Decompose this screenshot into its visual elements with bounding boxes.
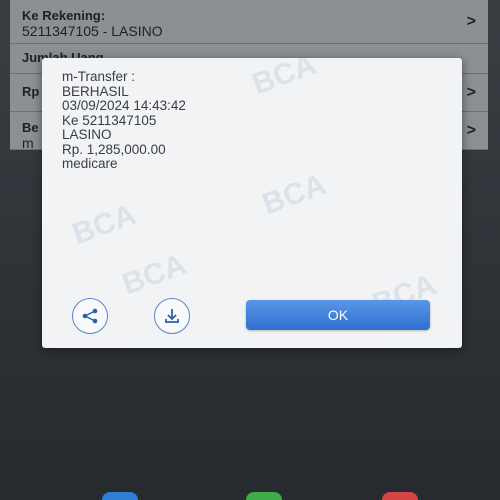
bca-watermark: BCA [258, 167, 331, 222]
bottom-nav-item[interactable] [102, 492, 138, 500]
transfer-title: m-Transfer : [62, 69, 136, 84]
list-item-destination-account[interactable]: Ke Rekening: 5211347105 - LASINO > [10, 0, 488, 44]
bottom-nav-item[interactable] [382, 492, 418, 500]
transfer-amount: Rp. 1,285,000.00 [62, 141, 166, 157]
bca-watermark: BCA [118, 247, 191, 302]
transfer-datetime: 03/09/2024 14:43:42 [62, 98, 186, 113]
bca-watermark: BCA [248, 58, 321, 102]
bca-watermark: BCA [68, 197, 141, 252]
chevron-right-icon: > [466, 83, 476, 101]
transfer-status: BERHASIL [62, 83, 129, 99]
screen: Ke Rekening: 5211347105 - LASINO > Jumla… [0, 0, 500, 500]
destination-account-label: Ke Rekening: [22, 8, 106, 23]
download-button[interactable] [154, 298, 190, 334]
download-icon [165, 309, 179, 323]
chevron-right-icon: > [466, 12, 476, 30]
transfer-result-dialog: BCA BCA BCA BCA BCA m-Transfer : BERHASI… [42, 58, 462, 348]
share-button[interactable] [72, 298, 108, 334]
ok-button[interactable]: OK [246, 300, 430, 330]
chevron-right-icon: > [466, 121, 476, 139]
share-icon [82, 308, 98, 324]
transfer-destination: Ke 5211347105 [62, 112, 157, 128]
transfer-note: medicare [62, 156, 118, 171]
bottom-nav-item[interactable] [246, 492, 282, 500]
transfer-message: m-Transfer : BERHASIL 03/09/2024 14:43:4… [62, 69, 186, 172]
transfer-recipient: LASINO [62, 127, 112, 142]
destination-account-value: 5211347105 - LASINO [22, 23, 163, 39]
